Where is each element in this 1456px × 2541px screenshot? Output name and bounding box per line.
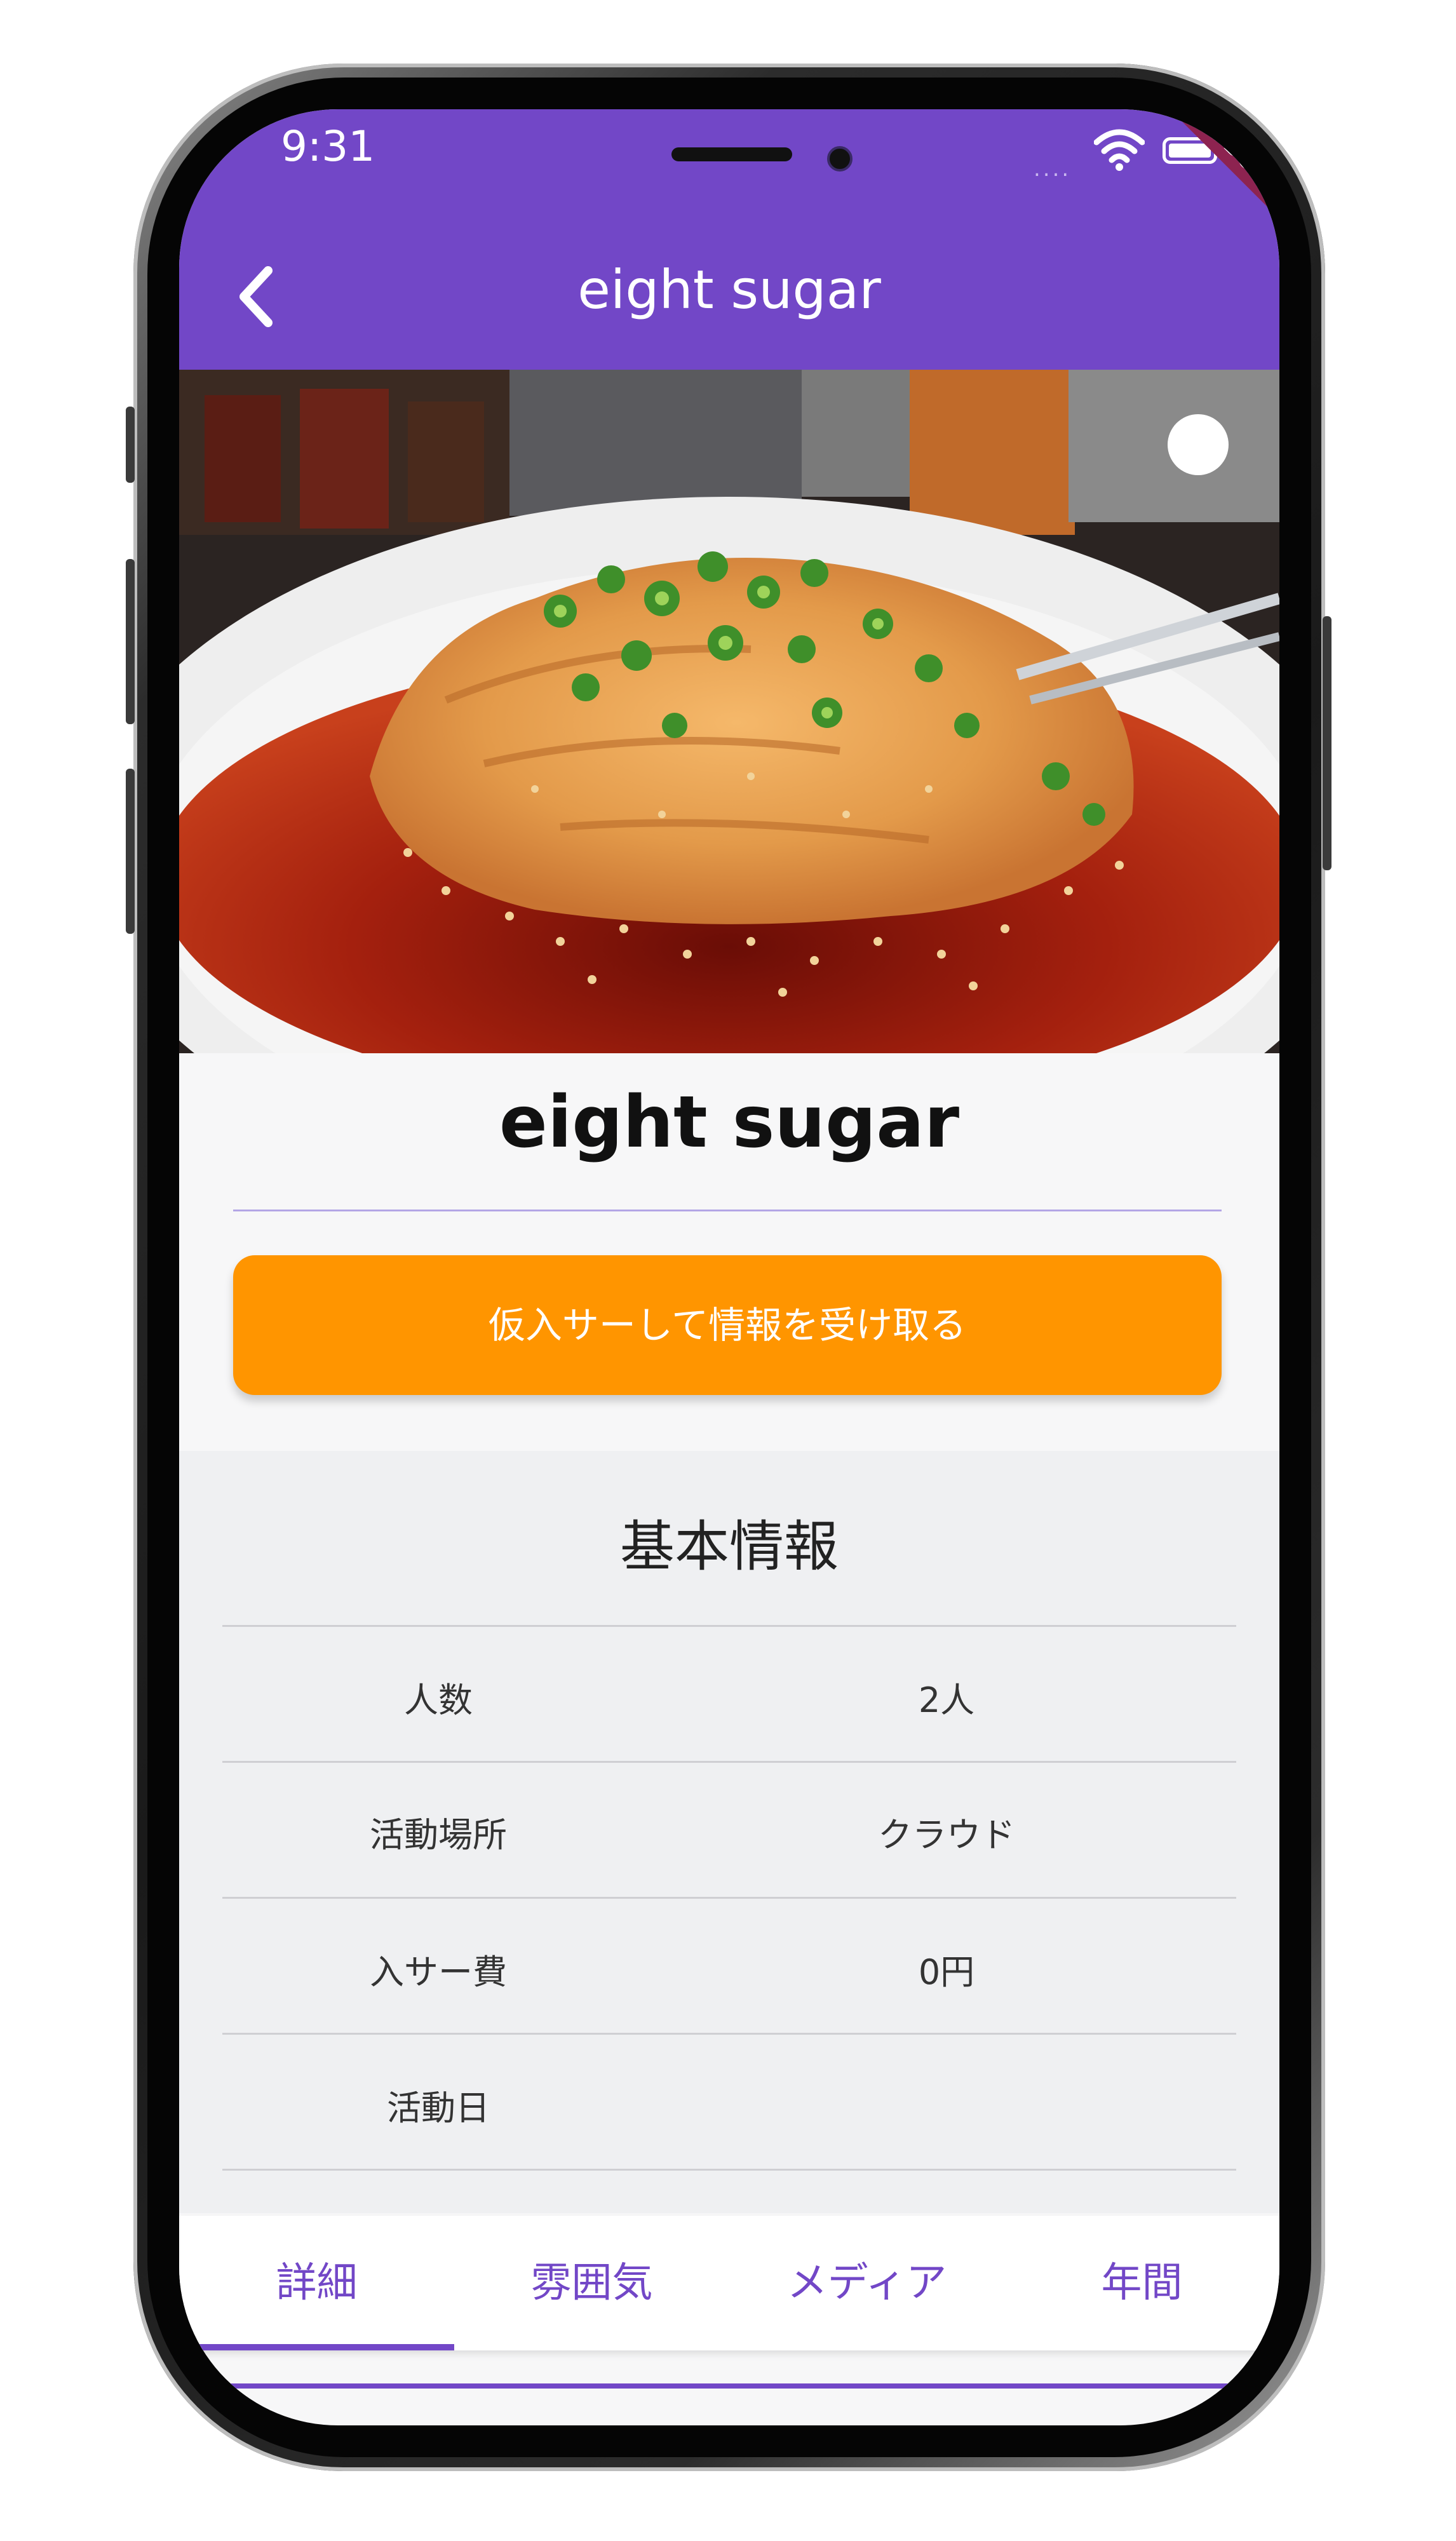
row-divider: [222, 1897, 1236, 1899]
power-button: [1323, 616, 1331, 870]
info-row-value: 0円: [918, 1952, 975, 1992]
row-divider: [222, 1625, 1236, 1627]
info-row-label: 活動場所: [370, 1815, 507, 1855]
volume-up-button: [126, 559, 135, 724]
trial-join-button[interactable]: 仮入サーして情報を受け取る: [233, 1255, 1222, 1395]
row-divider: [222, 1761, 1236, 1763]
mute-switch: [126, 407, 135, 483]
volume-down-button: [126, 769, 135, 934]
food-photo: [179, 370, 1279, 1053]
tab-details[interactable]: 詳細: [179, 2216, 454, 2350]
info-row-label: 人数: [404, 1680, 473, 1720]
info-row-value: クラウド: [878, 1815, 1015, 1855]
tab-annual[interactable]: 年間: [1004, 2216, 1279, 2350]
signal-icon: ....: [1034, 156, 1072, 182]
indicator-dot[interactable]: [1168, 414, 1229, 475]
info-row-label: 入サー費: [370, 1952, 507, 1992]
app-screen: 9:31 .... DEBUG eight sugar eight sugar …: [179, 109, 1279, 2425]
hero-image: [179, 370, 1279, 1053]
page-title: eight sugar: [577, 259, 881, 321]
info-row-label: 活動日: [387, 2088, 490, 2128]
app-bar: 9:31 .... DEBUG eight sugar: [179, 109, 1279, 370]
tab-media[interactable]: メディア: [729, 2216, 1004, 2350]
status-time: 9:31: [281, 122, 375, 171]
tab-bar: 詳細 雰囲気 メディア 年間: [179, 2216, 1279, 2350]
row-divider: [222, 2033, 1236, 2035]
wifi-icon: [1094, 129, 1145, 171]
tab-atmosphere[interactable]: 雰囲気: [454, 2216, 729, 2350]
camera-icon: [827, 146, 853, 172]
info-row-value: 2人: [918, 1680, 975, 1720]
section-title: 基本情報: [620, 1515, 839, 1579]
row-divider: [222, 2169, 1236, 2171]
basic-info-section: 基本情報 人数 2人 活動場所 クラウド 入サー費 0円 活動日: [179, 1451, 1279, 2213]
bottom-strip: [179, 2383, 1279, 2389]
club-name: eight sugar: [499, 1081, 960, 1164]
tab-indicator: [179, 2344, 454, 2350]
debug-banner: DEBUG: [1123, 109, 1279, 261]
divider: [233, 1210, 1222, 1211]
speaker-notch: [671, 147, 792, 161]
